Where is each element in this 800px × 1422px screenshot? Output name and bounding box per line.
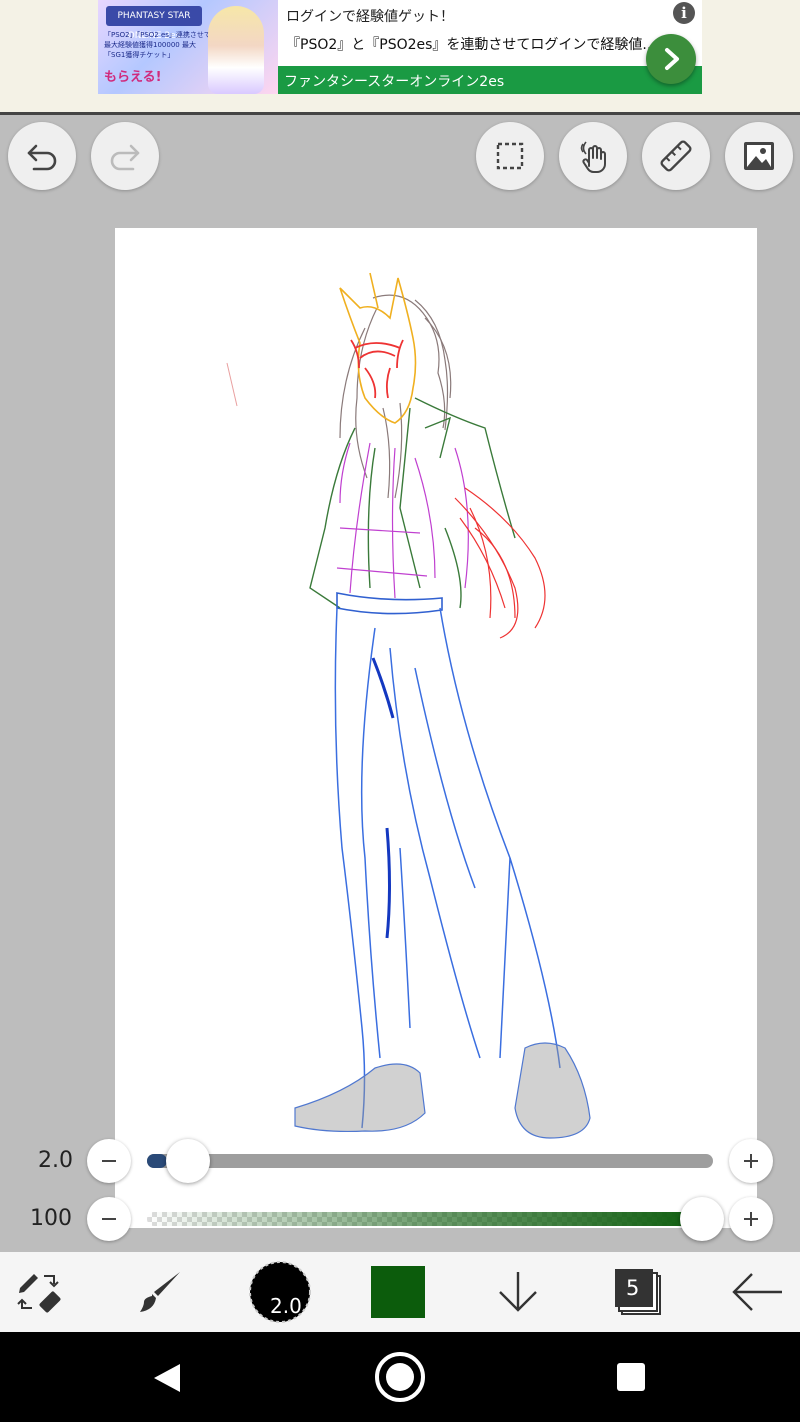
system-nav-bar	[0, 1332, 800, 1422]
brush-size-slider-thumb[interactable]	[166, 1139, 210, 1183]
selection-icon	[496, 142, 524, 170]
opacity-increase-button[interactable]	[729, 1197, 773, 1241]
selection-button[interactable]	[476, 122, 544, 190]
ad-game-logo: PHANTASY STAR ONLINE 2es	[106, 6, 202, 41]
arrow-down-icon	[499, 1272, 537, 1312]
back-button[interactable]	[728, 1262, 788, 1322]
brush-size-button[interactable]: 2.0	[248, 1261, 312, 1323]
drawing-canvas[interactable]	[115, 228, 757, 1228]
plus-icon	[744, 1212, 758, 1226]
hand-move-icon	[580, 141, 606, 173]
chevron-right-icon	[665, 48, 679, 70]
ad-open-button[interactable]	[646, 34, 696, 84]
color-picker-button[interactable]	[368, 1262, 428, 1322]
ad-character-art	[208, 6, 264, 94]
brush-size-label: 2.0	[270, 1294, 302, 1318]
nav-recents-icon[interactable]	[617, 1363, 645, 1391]
bottom-toolbar: 2.0 5	[0, 1252, 800, 1332]
redo-button[interactable]	[91, 122, 159, 190]
undo-icon	[27, 144, 57, 171]
minus-icon	[102, 1160, 116, 1162]
brush-size-track[interactable]	[147, 1154, 713, 1168]
nav-home-icon[interactable]	[374, 1351, 426, 1403]
image-button[interactable]	[725, 122, 793, 190]
layer-count: 5	[626, 1276, 640, 1300]
ad-promo-text: 「PSO2」「PSO2 es」連携させて 最大経験値獲得100000 最大「SG…	[104, 31, 211, 59]
arrow-left-icon	[732, 1273, 782, 1311]
tool-switch-button[interactable]	[10, 1262, 70, 1322]
brush-size-decrease-button[interactable]	[87, 1139, 131, 1183]
undo-button[interactable]	[8, 122, 76, 190]
ruler-icon	[660, 140, 692, 172]
ad-banner[interactable]: PHANTASY STAR ONLINE 2es 「PSO2」「PSO2 es」…	[98, 0, 702, 94]
layers-button[interactable]: 5	[608, 1262, 668, 1322]
minus-icon	[102, 1218, 116, 1220]
brush-size-fill	[147, 1154, 167, 1168]
ad-title[interactable]: ログインで経験値ゲット！	[286, 6, 454, 26]
opacity-fill	[147, 1212, 713, 1226]
ad-image[interactable]: PHANTASY STAR ONLINE 2es 「PSO2」「PSO2 es」…	[98, 0, 278, 94]
ad-source[interactable]: ファンタシースターオンライン2es	[284, 71, 504, 91]
info-icon[interactable]: i	[673, 2, 695, 24]
hand-move-button[interactable]	[559, 122, 627, 190]
redo-icon	[110, 144, 140, 171]
ad-divider	[0, 112, 800, 115]
sketch-artwork	[226, 272, 591, 1139]
opacity-value: 100	[30, 1206, 72, 1231]
pen-eraser-swap-icon	[17, 1274, 61, 1313]
brush-tool-button[interactable]	[130, 1262, 190, 1322]
current-color-swatch	[371, 1266, 425, 1318]
brush-size-value: 2.0	[38, 1148, 73, 1173]
plus-icon	[744, 1154, 758, 1168]
brush-icon	[140, 1272, 180, 1312]
opacity-track[interactable]	[147, 1212, 713, 1226]
opacity-slider-thumb[interactable]	[680, 1197, 724, 1241]
ad-description[interactable]: 『PSO2』と『PSO2es』を連動させてログインで経験値...	[286, 34, 656, 54]
brush-size-increase-button[interactable]	[729, 1139, 773, 1183]
ad-promo-big-text: もらえる!	[104, 70, 162, 85]
opacity-decrease-button[interactable]	[87, 1197, 131, 1241]
download-button[interactable]	[488, 1262, 548, 1322]
nav-back-icon[interactable]	[152, 1362, 182, 1394]
ruler-button[interactable]	[642, 122, 710, 190]
image-icon	[744, 142, 774, 170]
